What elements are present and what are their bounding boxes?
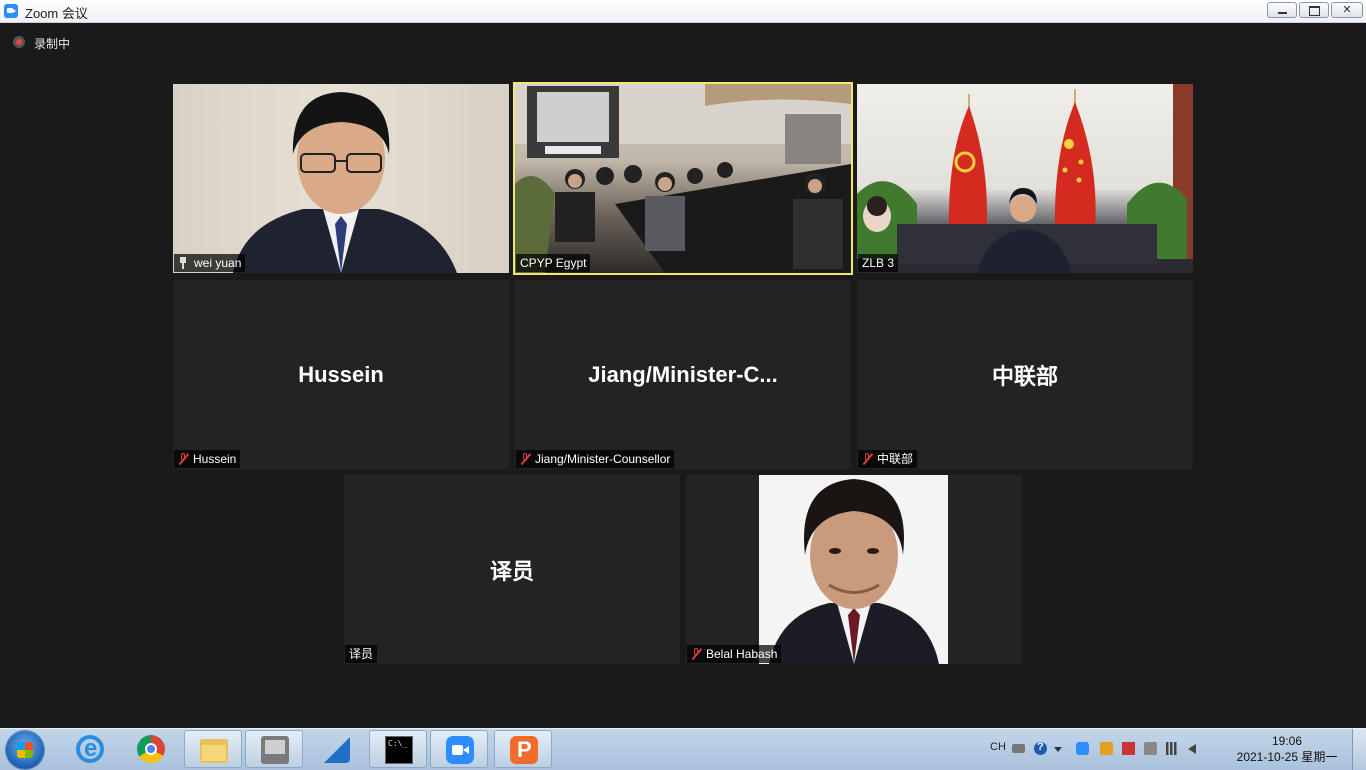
zoom-tray-icon[interactable] [1076,742,1089,755]
recording-label: 录制中 [34,37,71,51]
participant-tile-cpyp-egypt[interactable]: CPYP Egypt [513,82,853,275]
participant-display-name: 中联部 [991,363,1058,389]
participant-name: Jiang/Minister-Counsellor [535,452,671,466]
clock-time: 19:06 [1271,734,1303,748]
participant-tile-zhonglianbu[interactable]: 中联部 中联部 [857,280,1193,469]
participant-name: Belal Habash [706,647,778,661]
participant-name: 中联部 [877,452,914,466]
participant-name: ZLB 3 [862,256,895,270]
participant-name: CPYP Egypt [520,256,587,270]
ie-icon [76,735,104,763]
window-title-bar[interactable]: Zoom 会议 [0,0,1366,23]
cmd-icon [385,736,413,764]
mic-muted-icon [862,453,872,465]
participant-name-tag: 中联部 [858,450,918,468]
participant-display-name: Jiang/Minister-C... [588,361,778,387]
minimize-button[interactable] [1267,2,1297,18]
show-desktop-button[interactable] [1352,729,1366,770]
video-feed [759,475,948,664]
participant-display-name: Hussein [298,361,384,387]
network-icon[interactable] [1166,742,1179,755]
participant-display-name: 译员 [489,558,534,584]
participant-name: wei yuan [194,256,242,270]
participant-tile-yiyuan[interactable]: 译员 译员 [344,475,680,664]
participant-name-tag: Jiang/Minister-Counsellor [516,450,675,468]
tray-expand-icon[interactable] [1054,742,1062,755]
folder-icon [200,739,228,763]
mic-muted-icon [520,453,530,465]
taskbar-item-tool[interactable] [245,730,303,768]
help-icon[interactable] [1034,741,1047,755]
keyboard-icon[interactable] [1012,744,1025,753]
taskbar-item-chrome[interactable] [122,730,180,768]
window-title: Zoom 会议 [25,6,88,21]
close-button[interactable] [1331,2,1363,18]
volume-icon[interactable] [1188,742,1201,755]
presenter-icon [510,736,538,764]
taskbar-item-zoom[interactable] [430,730,488,768]
mic-muted-icon [178,453,188,465]
participant-tile-belal-habash[interactable]: Belal Habash [686,475,1022,664]
action-center-icon[interactable] [1122,742,1135,755]
zoom-app-icon [4,4,18,18]
mic-muted-icon [691,648,701,660]
finance-icon [322,735,350,763]
pin-icon [178,257,188,269]
zoom-icon [446,736,474,764]
participant-name-tag: 译员 [345,645,378,663]
video-feed [857,84,1193,273]
chrome-icon [137,735,165,763]
taskbar-item-presenter[interactable] [494,730,552,768]
participant-name: Hussein [193,452,237,466]
participant-name-tag: Belal Habash [687,645,782,663]
taskbar-item-cmd[interactable] [369,730,427,768]
tool-icon [261,736,289,764]
participant-tile-zlb-3[interactable]: ZLB 3 [857,84,1193,273]
clock-date: 2021-10-25 星期一 [1236,750,1338,764]
taskbar-item-finance[interactable] [307,730,365,768]
taskbar: CH 19:06 2021-10-25 星期一 [0,728,1366,770]
participant-name-tag: ZLB 3 [858,254,899,272]
maximize-button[interactable] [1299,2,1329,18]
recording-icon [13,36,25,48]
taskbar-item-explorer[interactable] [184,730,242,768]
clipboard-icon[interactable] [1144,742,1157,755]
clock[interactable]: 19:06 2021-10-25 星期一 [1222,733,1352,765]
participant-tile-jiang[interactable]: Jiang/Minister-C... Jiang/Minister-Couns… [515,280,851,469]
participant-tile-hussein[interactable]: Hussein Hussein [173,280,509,469]
language-indicator[interactable]: CH [990,741,1006,753]
video-feed [173,84,509,273]
start-button[interactable] [6,731,44,769]
participant-name-tag: CPYP Egypt [516,254,591,272]
participant-name-tag: wei yuan [174,254,246,272]
lock-icon[interactable] [1100,742,1113,755]
participant-name-tag: Hussein [174,450,241,468]
participant-name: 译员 [349,647,374,661]
video-feed [515,84,851,273]
participant-tile-wei-yuan[interactable]: wei yuan [173,84,509,273]
taskbar-item-ie[interactable] [61,730,119,768]
